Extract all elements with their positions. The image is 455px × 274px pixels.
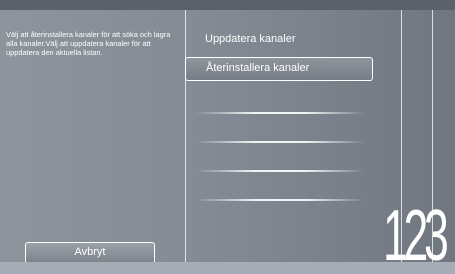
cancel-button[interactable]: Avbryt bbox=[25, 242, 155, 264]
bottom-strip bbox=[0, 262, 455, 274]
menu-separator bbox=[195, 199, 365, 201]
help-text: Välj att återinstallera kanaler för att … bbox=[6, 30, 171, 58]
tv-menu-screen: Välj att återinstallera kanaler för att … bbox=[0, 0, 455, 274]
menu-separator bbox=[195, 112, 365, 114]
menu-separator bbox=[195, 141, 365, 143]
menu-item-reinstall-channels[interactable]: Återinstallera kanaler bbox=[185, 57, 373, 81]
top-strip bbox=[0, 0, 455, 10]
menu-item-update-channels[interactable]: Uppdatera kanaler bbox=[185, 28, 373, 52]
menu-separator bbox=[195, 170, 365, 172]
help-panel: Välj att återinstallera kanaler för att … bbox=[4, 30, 182, 58]
